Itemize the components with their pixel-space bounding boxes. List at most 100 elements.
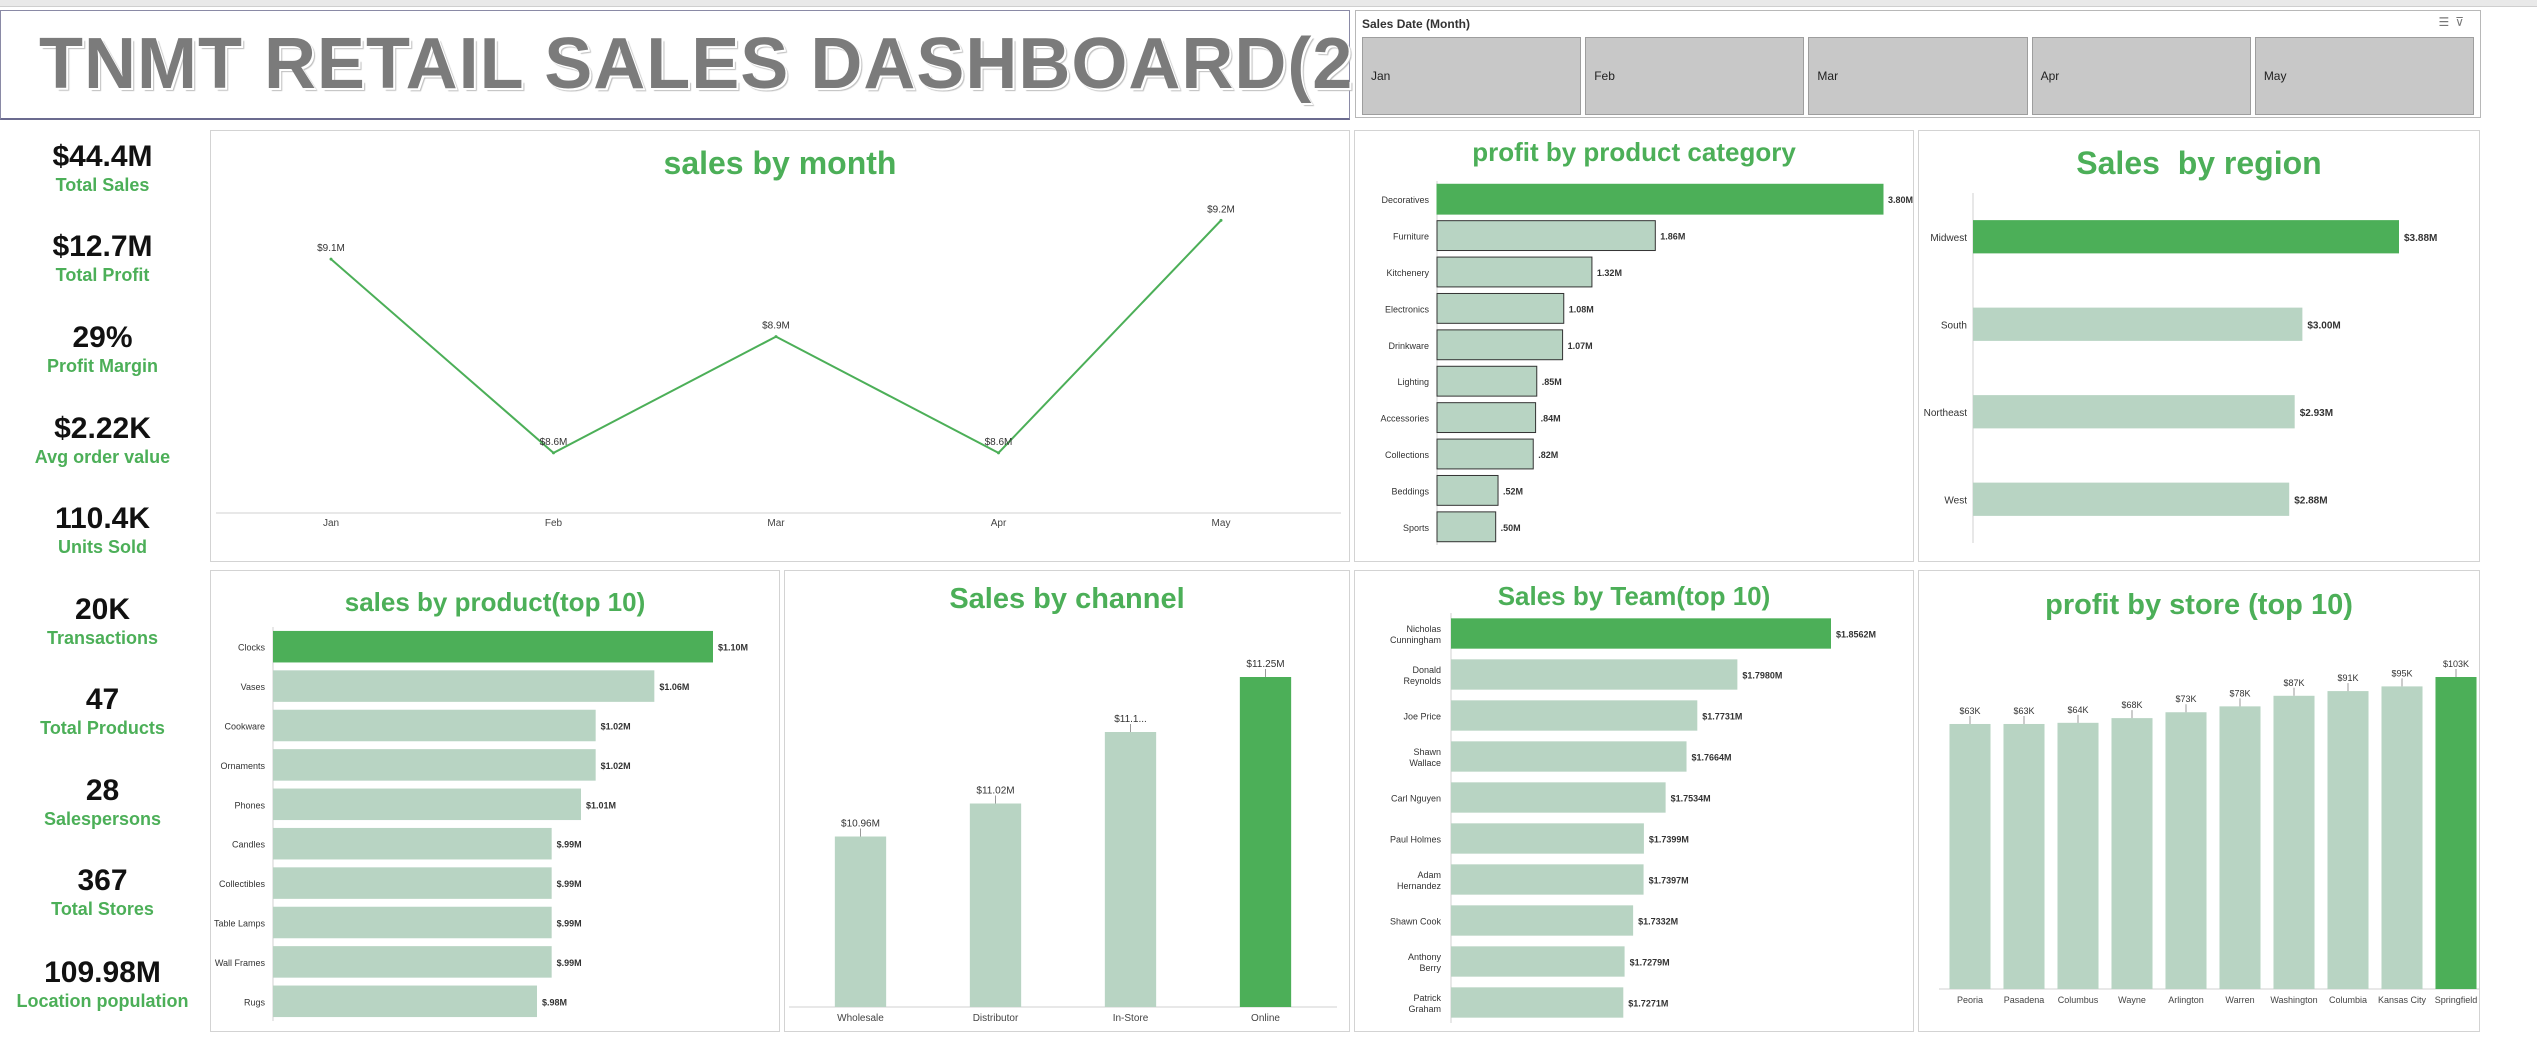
data-label: $1.7399M	[1649, 835, 1689, 845]
x-tick-label: Washington	[2270, 995, 2317, 1005]
slicer-item-apr[interactable]: Apr	[2031, 37, 2251, 115]
bar	[273, 670, 655, 702]
bar	[2219, 706, 2261, 989]
bar	[2057, 722, 2099, 989]
panel-sales-by-month[interactable]: sales by month $9.1M Jan $8.6M Feb $8.9M Mar $…	[210, 130, 1350, 562]
x-tick-label: Warren	[2225, 995, 2254, 1005]
category-label: Electronics	[1385, 304, 1430, 314]
slicer-item-jan[interactable]: Jan	[1362, 37, 1582, 115]
sales-by-region-chart: Midwest $3.88M South $3.00M Northeast $2.93M W…	[1924, 193, 2437, 543]
kpi-location-population: 109.98M Location population	[0, 956, 205, 1012]
kpi-label: Total Sales	[55, 175, 150, 195]
sales-by-product-chart: Clocks $1.10M Vases $1.06M Cookware $1.02M Orn…	[214, 627, 748, 1021]
category-label: Clocks	[238, 643, 266, 653]
bar	[1239, 677, 1292, 1007]
multi-select-icon[interactable]: ☰	[2438, 15, 2455, 29]
data-label: $91K	[2337, 673, 2358, 683]
kpi-label: Total Products	[40, 718, 165, 738]
bar	[1436, 365, 1538, 397]
category-label: Wallace	[1409, 758, 1441, 768]
data-label: $78K	[2229, 688, 2250, 698]
bar	[1973, 395, 2295, 429]
bar	[1451, 618, 1831, 649]
x-tick-label: Mar	[767, 518, 785, 529]
category-label: Drinkware	[1388, 341, 1429, 351]
category-label: Wall Frames	[215, 958, 266, 968]
category-label: Shawn	[1413, 747, 1441, 757]
category-label: Cunningham	[1390, 635, 1441, 645]
data-label: $1.02M	[601, 722, 631, 732]
panel-sales-by-channel[interactable]: Sales by channel $10.96M Wholesale $11.02M…	[784, 570, 1350, 1032]
data-label: $1.02M	[601, 761, 631, 771]
panel-sales-by-product[interactable]: sales by product(top 10) Clocks $1.10M Vas…	[210, 570, 780, 1032]
kpi-label: Profit Margin	[47, 356, 158, 376]
slicer-item-may[interactable]: May	[2254, 37, 2475, 115]
data-label: $64K	[2067, 705, 2088, 715]
category-label: Beddings	[1391, 486, 1429, 496]
data-label: $.99M	[557, 879, 582, 889]
clear-filter-icon[interactable]: ⊽	[2455, 15, 2470, 29]
bar	[1436, 511, 1497, 543]
bar	[1973, 482, 2290, 516]
kpi-value: $12.7M	[52, 230, 153, 263]
data-label: $.99M	[557, 840, 582, 850]
category-label: Phones	[234, 800, 265, 810]
x-tick-label: Distributor	[973, 1013, 1019, 1024]
bar	[1451, 823, 1644, 854]
kpi-value: 367	[77, 864, 128, 897]
category-label: Collectibles	[219, 879, 266, 889]
kpi-salespersons: 28 Salespersons	[0, 774, 205, 830]
category-label: Kitchenery	[1386, 268, 1429, 278]
data-label: $1.8562M	[1836, 630, 1876, 640]
data-label: 1.07M	[1568, 341, 1593, 351]
slicer-item-mar[interactable]: Mar	[1808, 37, 2028, 115]
bar	[1949, 723, 1991, 989]
kpi-total-stores: 367 Total Stores	[0, 864, 205, 920]
x-tick-label: Feb	[545, 518, 563, 529]
panel-sales-by-team[interactable]: Sales by Team(top 10) Nicholas Cunningham…	[1354, 570, 1914, 1032]
data-label: $1.10M	[718, 643, 748, 653]
data-label: $2.93M	[2300, 408, 2333, 419]
bar	[1436, 402, 1537, 434]
data-label: $.98M	[542, 997, 567, 1007]
data-label: $1.7397M	[1649, 876, 1689, 886]
panel-sales-by-region[interactable]: Sales by region Midwest $3.88M South $3.00M…	[1918, 130, 2480, 562]
month-slicer[interactable]: Sales Date (Month) ☰⊽ Jan Feb Mar Apr Ma…	[1355, 10, 2481, 118]
bar	[1436, 292, 1565, 324]
data-label: $.99M	[557, 958, 582, 968]
sales-by-team-chart: NicholasCunningham $1.8562M DonaldReynolds…	[1390, 613, 1876, 1023]
line-point	[997, 451, 1000, 455]
category-label: Joe Price	[1403, 712, 1441, 722]
kpi-value: 20K	[74, 593, 131, 626]
category-label: Reynolds	[1403, 676, 1441, 686]
kpi-value: $44.4M	[52, 140, 153, 173]
bar	[1451, 700, 1698, 731]
data-label: .50M	[1501, 523, 1521, 533]
bar	[2435, 677, 2477, 989]
slicer-item-feb[interactable]: Feb	[1585, 37, 1805, 115]
kpi-profit-margin: 29% Profit Margin	[0, 321, 205, 377]
kpi-label: Avg order value	[34, 447, 171, 467]
bar	[834, 836, 887, 1007]
category-label: Accessories	[1380, 414, 1429, 424]
slicer-toolbar: ☰⊽	[2438, 15, 2470, 29]
category-label: Berry	[1419, 963, 1441, 973]
bar	[2273, 695, 2315, 989]
panel-profit-by-category[interactable]: profit by product category Decoratives 3.…	[1354, 130, 1914, 562]
kpi-value: 47	[85, 683, 120, 716]
kpi-label: Units Sold	[58, 537, 147, 557]
x-tick-label: Arlington	[2168, 995, 2204, 1005]
data-label: $11.1...	[1114, 714, 1147, 725]
bar	[273, 827, 552, 860]
bar	[273, 946, 552, 978]
line-point	[1219, 218, 1223, 222]
bar	[273, 709, 596, 742]
data-label: $8.6M	[540, 437, 568, 448]
bar	[273, 630, 713, 663]
bar	[1436, 329, 1564, 361]
bar	[1451, 987, 1624, 1018]
category-label: Donald	[1412, 665, 1441, 675]
bar	[1451, 864, 1644, 895]
panel-profit-by-store[interactable]: profit by store (top 10) $63K Peoria $63K P…	[1918, 570, 2480, 1032]
bar	[1451, 782, 1666, 813]
